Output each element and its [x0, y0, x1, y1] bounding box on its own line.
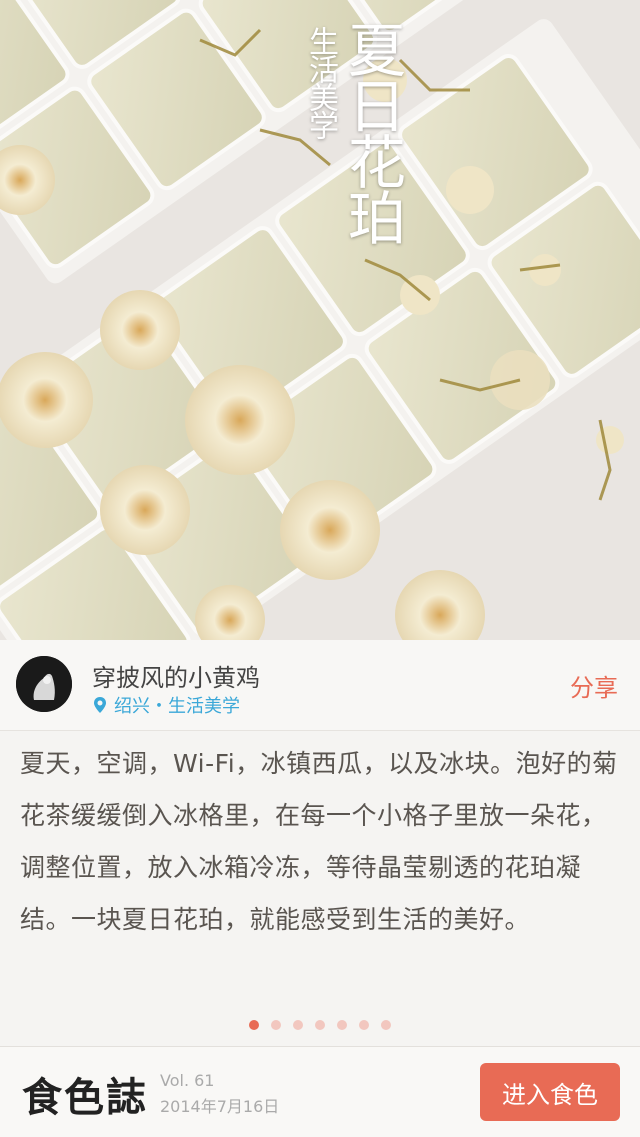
- footer-bar: 食色誌 Vol. 61 2014年7月16日 进入食色: [0, 1046, 640, 1137]
- hero-title-block: 夏日花珀 生活美学: [28, 20, 406, 244]
- avatar-image: [16, 656, 72, 712]
- page-dot[interactable]: [337, 1020, 347, 1030]
- location-text: 绍兴・生活美学: [114, 696, 240, 717]
- page-dot[interactable]: [381, 1020, 391, 1030]
- hero-subtitle: 生活美学: [303, 26, 338, 138]
- brand-logo: 食色誌: [22, 1074, 148, 1121]
- page-dot[interactable]: [271, 1020, 281, 1030]
- location-pin-icon: [94, 697, 106, 713]
- author-name[interactable]: 穿披风的小黄鸡: [92, 658, 260, 693]
- page-dot[interactable]: [315, 1020, 325, 1030]
- page-indicator: [0, 1020, 640, 1030]
- volume-label: Vol. 61: [160, 1071, 215, 1090]
- page-dot[interactable]: [249, 1020, 259, 1030]
- page-dot[interactable]: [359, 1020, 369, 1030]
- author-bar: 穿披风的小黄鸡 绍兴・生活美学 分享: [0, 640, 640, 731]
- article-text: 夏天，空调，Wi-Fi，冰镇西瓜，以及冰块。泡好的菊花茶缓缓倒入冰格里，在每一个…: [20, 749, 618, 934]
- page-dot[interactable]: [293, 1020, 303, 1030]
- enter-button[interactable]: 进入食色: [480, 1063, 620, 1121]
- hero-title: 夏日花珀: [338, 20, 406, 244]
- issue-date: 2014年7月16日: [160, 1097, 280, 1116]
- hero-image: 夏日花珀 生活美学: [0, 0, 640, 640]
- location[interactable]: 绍兴・生活美学: [92, 692, 240, 718]
- share-button[interactable]: 分享: [570, 668, 618, 703]
- avatar[interactable]: [16, 656, 72, 712]
